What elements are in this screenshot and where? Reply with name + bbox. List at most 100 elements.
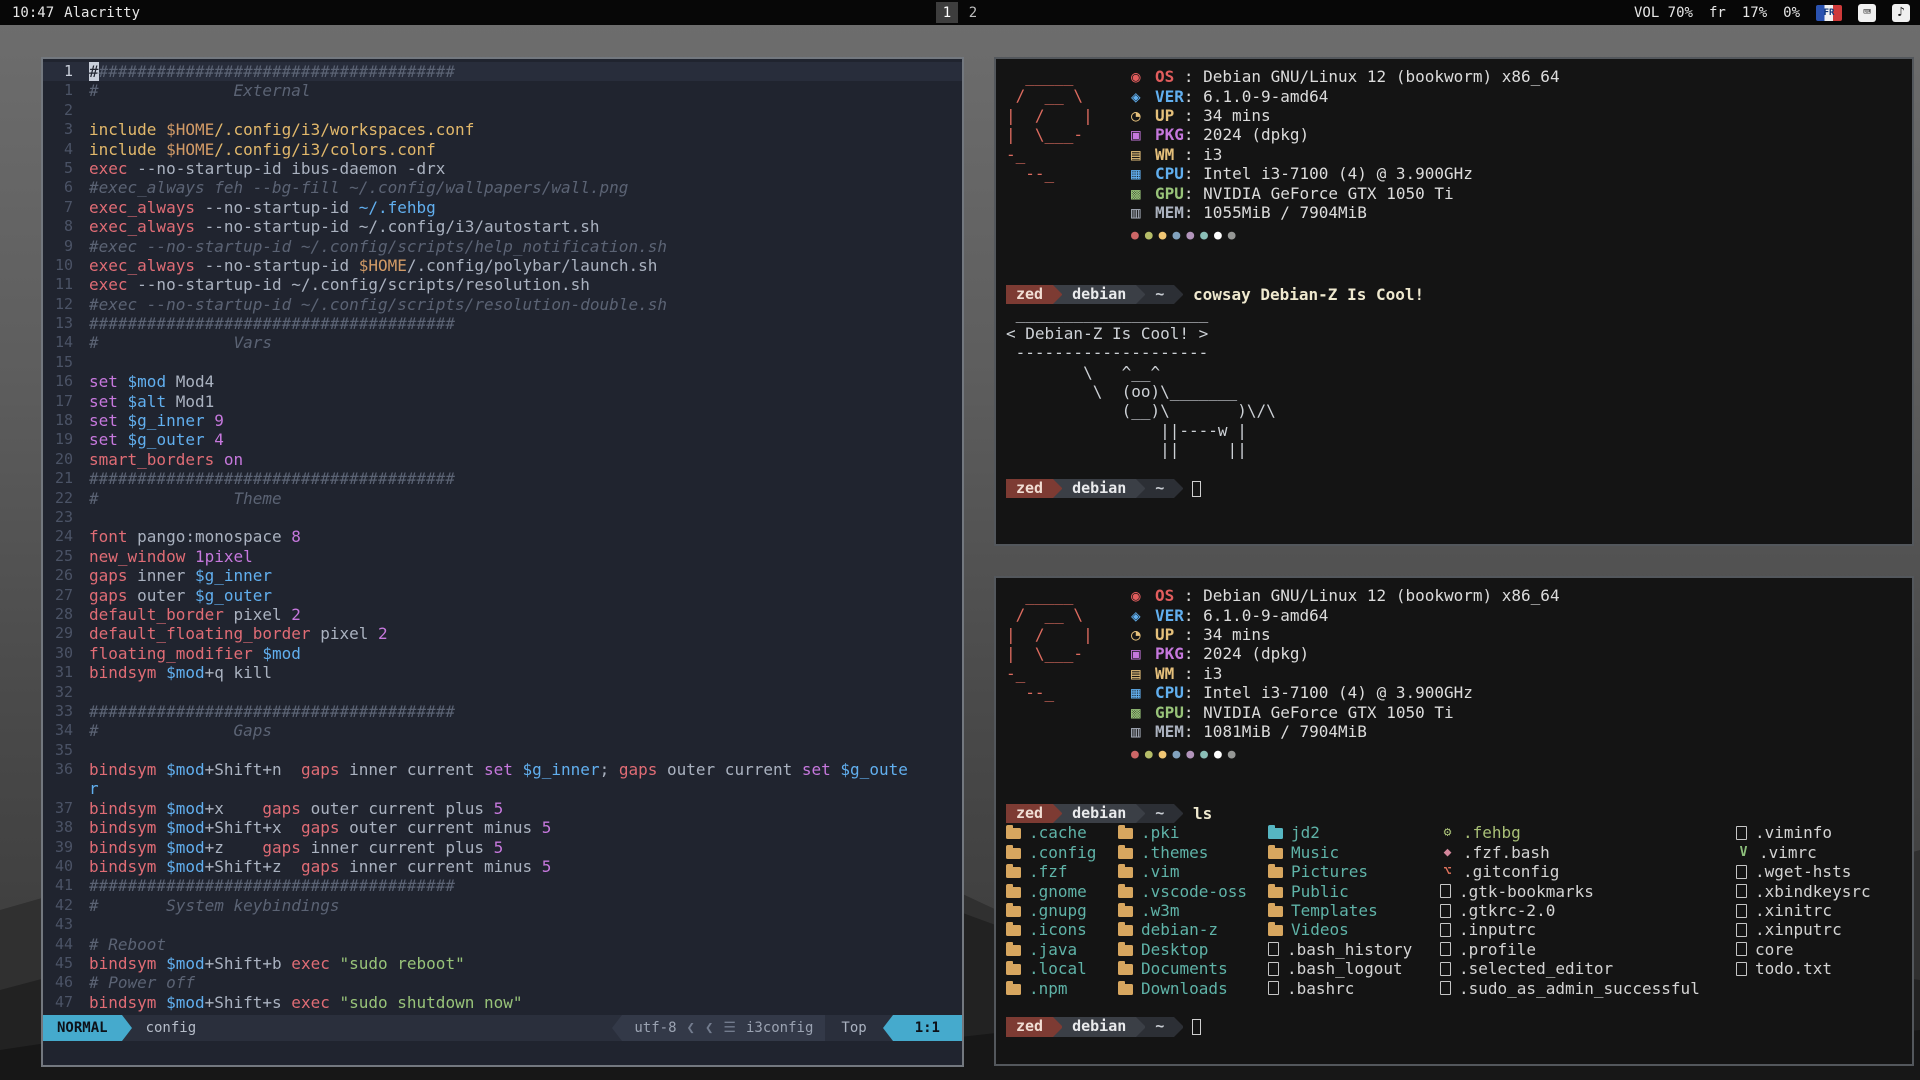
color-dot: ● (1131, 228, 1139, 243)
folder-icon (1006, 867, 1021, 878)
volume-indicator[interactable]: VOL 70% (1634, 5, 1693, 21)
line-number: 19 (43, 430, 89, 449)
powerline-arrow-icon (1174, 479, 1183, 498)
prompt-user: zed (1006, 1017, 1053, 1036)
line-number: 5 (43, 159, 89, 178)
editor-line: 21###################################### (43, 469, 962, 488)
vim-statusline: NORMAL config utf-8 ❮ ❮ ☰ i3config Top 1… (43, 1015, 962, 1041)
folder-item: Music (1268, 843, 1440, 862)
file-column: ⚙.fehbg◆.fzf.bash⌥.gitconfig.gtk-bookmar… (1440, 823, 1736, 998)
code-text: gaps outer $g_outer (89, 586, 272, 605)
info-line: ▤WM: i3 (1131, 145, 1560, 164)
file-name: Videos (1291, 920, 1349, 939)
code-text: bindsym $mod+x gaps outer current plus 5 (89, 799, 503, 818)
folder-item: .icons (1006, 920, 1118, 939)
file-icon (1440, 962, 1451, 976)
color-dot: ● (1228, 228, 1236, 243)
file-name: .bashrc (1287, 979, 1354, 998)
editor-line: 44# Reboot (43, 935, 962, 954)
folder-icon (1118, 848, 1133, 859)
info-line: ◈VER: 6.1.0-9-amd64 (1131, 86, 1560, 105)
keyboard-layout-indicator[interactable]: fr (1709, 5, 1726, 21)
editor-line: 25new_window 1pixel (43, 547, 962, 566)
prompt-host: debian (1062, 285, 1136, 304)
info-separator: : (1184, 203, 1203, 222)
info-separator: : (1184, 625, 1203, 644)
line-number: 1 (43, 62, 89, 81)
vim-editor-window[interactable]: 1 ###################################### 1… (41, 57, 964, 1067)
folder-item: .fzf (1006, 862, 1118, 881)
editor-line: 12#exec --no-startup-id ~/.config/script… (43, 295, 962, 314)
code-text: set $g_inner 9 (89, 411, 224, 430)
terminal-content[interactable]: _____ / __ \ | / | | \___- -_ --_◉OS: De… (996, 59, 1912, 506)
folder-item: .w3m (1118, 901, 1268, 920)
file-name: .gitconfig (1463, 862, 1559, 881)
status-bar: 10:47 Alacritty 12 VOL 70% fr 17% 0% FR … (0, 0, 1920, 25)
code-text: ###################################### (89, 702, 455, 721)
info-line: ◔UP: 34 mins (1131, 625, 1560, 644)
file-icon (1736, 962, 1747, 976)
code-text: bindsym $mod+Shift+b exec "sudo reboot" (89, 954, 465, 973)
scroll-position-label: Top (841, 1020, 866, 1036)
folder-icon (1118, 867, 1133, 878)
editor-line: 34# Gaps (43, 721, 962, 740)
info-line: ◉OS: Debian GNU/Linux 12 (bookworm) x86_… (1131, 586, 1560, 605)
workspace-button-2[interactable]: 2 (962, 2, 984, 23)
terminal-window-top[interactable]: _____ / __ \ | / | | \___- -_ --_◉OS: De… (994, 57, 1914, 546)
file-name: .cache (1029, 823, 1087, 842)
info-label: CPU (1155, 683, 1184, 702)
info-separator: : (1184, 164, 1203, 183)
file-icon (1440, 884, 1451, 898)
code-text: r (89, 779, 99, 798)
folder-icon (1268, 828, 1283, 839)
line-number: 43 (43, 915, 89, 934)
info-label: VER (1155, 87, 1184, 106)
editor-line: 22# Theme (43, 489, 962, 508)
terminal-content[interactable]: _____ / __ \ | / | | \___- -_ --_◉OS: De… (996, 578, 1912, 1045)
fr-flag-icon[interactable]: FR (1816, 5, 1842, 21)
line-number: 32 (43, 683, 89, 702)
speaker-icon[interactable]: ♪ (1892, 4, 1910, 22)
gpu-icon: ▩ (1131, 703, 1155, 722)
editor-line: 24font pango:monospace 8 (43, 527, 962, 546)
editor-line: 15 (43, 353, 962, 372)
line-number: 33 (43, 702, 89, 721)
folder-icon (1118, 925, 1133, 936)
editor-text-area[interactable]: 1 ###################################### 1… (43, 59, 962, 1015)
line-number: 38 (43, 818, 89, 837)
file-name: .xinputrc (1755, 920, 1842, 939)
info-label: UP (1155, 625, 1184, 644)
info-label: MEM (1155, 722, 1184, 741)
keyboard-icon[interactable]: ⌨ (1858, 4, 1876, 22)
folder-icon (1006, 848, 1021, 859)
file-name: .gtkrc-2.0 (1459, 901, 1555, 920)
file-name: .vscode-oss (1141, 882, 1247, 901)
code-text: bindsym $mod+Shift+s exec "sudo shutdown… (89, 993, 523, 1012)
file-name: jd2 (1291, 823, 1320, 842)
folder-icon (1268, 906, 1283, 917)
line-number: 44 (43, 935, 89, 954)
file-icon (1736, 904, 1747, 918)
code-text: bindsym $mod+Shift+z gaps inner current … (89, 857, 551, 876)
line-number: 14 (43, 333, 89, 352)
terminal-window-bottom[interactable]: _____ / __ \ | / | | \___- -_ --_◉OS: De… (994, 576, 1914, 1066)
info-label: MEM (1155, 203, 1184, 222)
workspace-button-1[interactable]: 1 (936, 2, 958, 23)
kernel-icon: ◈ (1131, 87, 1155, 106)
system-info: ◉OS: Debian GNU/Linux 12 (bookworm) x86_… (1131, 67, 1560, 246)
line-number: 29 (43, 624, 89, 643)
cowsay-output: ____________________ < Debian-Z Is Cool!… (1006, 304, 1902, 459)
powerline-arrow-icon (1174, 804, 1183, 823)
file-name: core (1755, 940, 1794, 959)
info-line: ▥MEM: 1055MiB / 7904MiB (1131, 203, 1560, 222)
prompt-user: zed (1006, 804, 1053, 823)
file-item: .bash_history (1268, 940, 1440, 959)
prompt-line: zeddebian~ cowsay Debian-Z Is Cool! (1006, 285, 1902, 304)
file-name: .local (1029, 959, 1087, 978)
uptime-clock-icon: ◔ (1131, 625, 1155, 644)
file-icon (1736, 865, 1747, 879)
code-text: font pango:monospace 8 (89, 527, 301, 546)
line-number: 31 (43, 663, 89, 682)
info-line: ◔UP: 34 mins (1131, 106, 1560, 125)
info-value: i3 (1203, 664, 1222, 683)
